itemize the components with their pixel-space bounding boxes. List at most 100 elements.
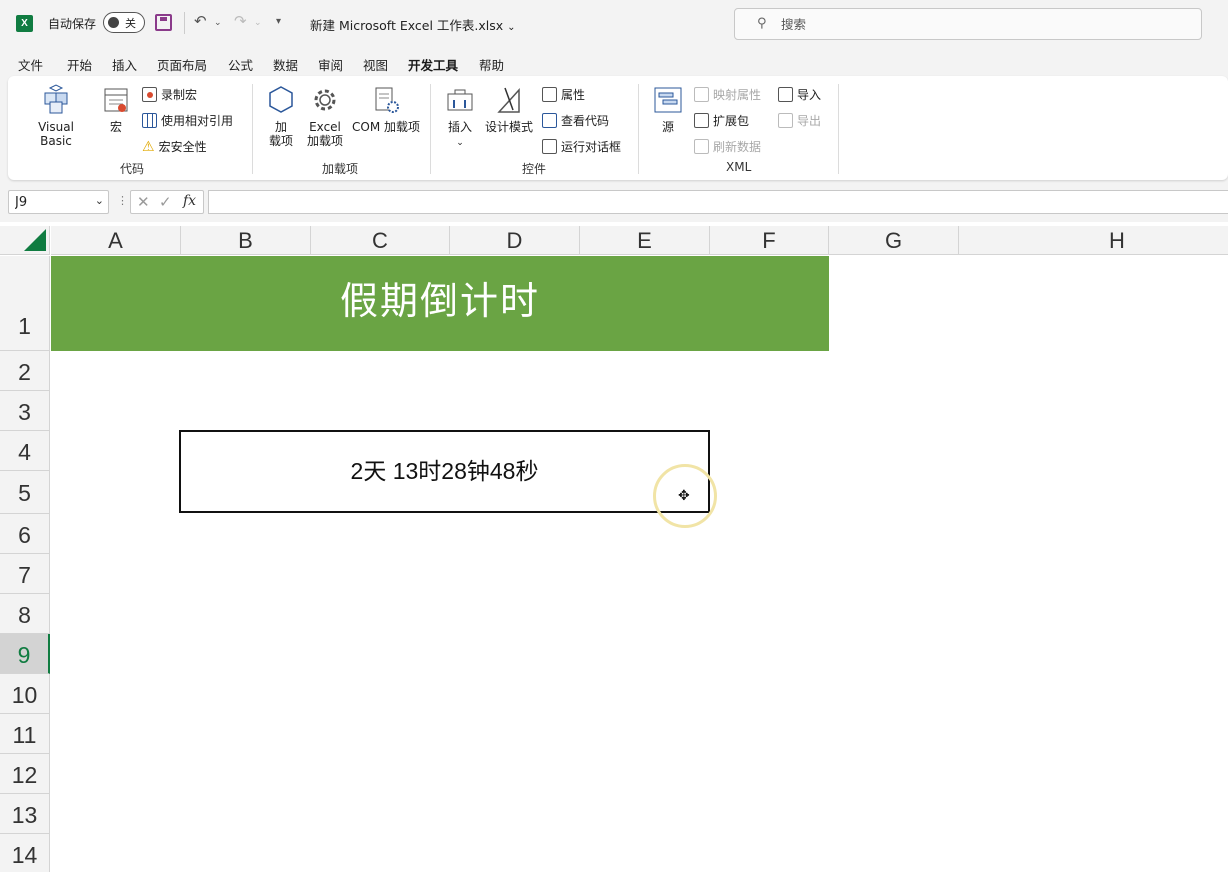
document-title[interactable]: 新建 Microsoft Excel 工作表.xlsx ⌄ — [310, 15, 516, 34]
properties-button[interactable]: 属性 — [542, 86, 585, 103]
row-header-11[interactable]: 11 — [0, 714, 50, 754]
row-header-4[interactable]: 4 — [0, 431, 50, 471]
map-properties-icon — [694, 87, 709, 102]
search-icon: ⚲ — [757, 16, 767, 31]
tab-developer[interactable]: 开发工具 — [408, 55, 459, 80]
column-header-d[interactable]: D — [450, 226, 580, 255]
row-header-10[interactable]: 10 — [0, 674, 50, 714]
dialog-icon — [542, 139, 557, 154]
xml-source-label: 源 — [661, 120, 674, 134]
column-header-c[interactable]: C — [311, 226, 450, 255]
save-icon[interactable] — [155, 14, 172, 31]
countdown-textbox[interactable]: 2天 13时28钟48秒 — [179, 430, 710, 513]
addins-button[interactable]: 加 载项 — [264, 84, 298, 148]
column-header-g[interactable]: G — [829, 226, 959, 255]
macro-security-button[interactable]: ⚠ 宏安全性 — [142, 138, 207, 155]
name-box[interactable]: ⌄ — [8, 190, 109, 214]
column-header-b[interactable]: B — [181, 226, 311, 255]
row-header-5[interactable]: 5 — [0, 471, 50, 514]
column-header-f[interactable]: F — [710, 226, 829, 255]
undo-icon[interactable]: ↶ — [194, 12, 207, 30]
tab-home[interactable]: 开始 — [67, 55, 92, 74]
import-button[interactable]: 导入 — [778, 86, 821, 103]
expansion-packs-button[interactable]: 扩展包 — [694, 112, 749, 129]
relative-refs-button[interactable]: 使用相对引用 — [142, 112, 233, 129]
undo-dropdown-icon[interactable]: ⌄ — [214, 18, 222, 28]
addins-label-1: 加 — [274, 120, 287, 134]
group-separator — [638, 84, 639, 174]
import-label: 导入 — [797, 88, 822, 102]
insert-control-button[interactable]: 插入 ⌄ — [440, 84, 480, 150]
chevron-down-icon: ⌄ — [507, 22, 516, 33]
import-icon — [778, 87, 793, 102]
column-header-h[interactable]: H — [959, 226, 1228, 255]
row-header-13[interactable]: 13 — [0, 794, 50, 834]
confirm-icon[interactable]: ✓ — [159, 193, 172, 211]
search-input[interactable] — [781, 14, 1181, 34]
design-mode-label: 设计模式 — [484, 120, 533, 134]
map-properties-button[interactable]: 映射属性 — [694, 86, 761, 103]
refresh-data-button[interactable]: 刷新数据 — [694, 138, 761, 155]
column-header-e[interactable]: E — [580, 226, 710, 255]
export-icon — [778, 113, 793, 128]
row-header-9[interactable]: 9 — [0, 634, 50, 674]
tab-view[interactable]: 视图 — [363, 55, 388, 74]
group-separator — [252, 84, 253, 174]
com-addins-button[interactable]: COM 加载项 — [348, 84, 424, 134]
menu-bar: 文件 开始 插入 页面布局 公式 数据 审阅 视图 开发工具 帮助 — [0, 48, 1228, 80]
macros-button[interactable]: 宏 — [98, 84, 134, 134]
worksheet-grid[interactable]: A B C D E F G H 1 2 3 4 5 6 7 8 9 10 11 … — [0, 226, 1228, 872]
record-icon — [142, 87, 157, 102]
chevron-down-icon[interactable]: ⌄ — [95, 194, 104, 207]
com-addins-icon — [375, 87, 399, 113]
redo-dropdown-icon[interactable]: ⌄ — [254, 18, 262, 28]
group-label-controls: 控件 — [522, 162, 547, 176]
xml-source-icon — [654, 87, 682, 113]
tab-insert[interactable]: 插入 — [112, 55, 137, 74]
row-header-14[interactable]: 14 — [0, 834, 50, 872]
tab-review[interactable]: 审阅 — [318, 55, 343, 74]
autosave-toggle[interactable]: 关 — [103, 12, 145, 33]
insert-function-icon[interactable]: fx — [183, 193, 196, 209]
macro-security-label: 宏安全性 — [158, 140, 207, 154]
column-header-a[interactable]: A — [51, 226, 181, 255]
redo-icon[interactable]: ↷ — [234, 12, 247, 30]
row-header-8[interactable]: 8 — [0, 594, 50, 634]
row-header-12[interactable]: 12 — [0, 754, 50, 794]
row-header-2[interactable]: 2 — [0, 351, 50, 391]
record-macro-button[interactable]: 录制宏 — [142, 86, 197, 103]
autosave-label: 自动保存 — [48, 17, 97, 31]
row-header-7[interactable]: 7 — [0, 554, 50, 594]
formula-buttons: ✕ ✓ fx — [130, 190, 204, 214]
tab-help[interactable]: 帮助 — [479, 55, 504, 74]
search-box[interactable]: ⚲ — [734, 8, 1202, 40]
select-all-button[interactable] — [0, 226, 50, 255]
cancel-icon[interactable]: ✕ — [137, 193, 150, 211]
run-dialog-button[interactable]: 运行对话框 — [542, 138, 621, 155]
macro-list-icon — [104, 88, 128, 112]
excel-addins-button[interactable]: Excel 加载项 — [304, 84, 346, 148]
formula-input[interactable] — [208, 190, 1228, 214]
visual-basic-button[interactable]: Visual Basic — [22, 84, 90, 148]
more-options-icon[interactable]: ⋮ — [117, 194, 128, 207]
tab-file[interactable]: 文件 — [18, 55, 43, 74]
group-label-code: 代码 — [120, 162, 145, 176]
title-bar: X 自动保存 关 ↶ ⌄ ↷ ⌄ ▾ 新建 Microsoft Excel 工作… — [0, 0, 1228, 48]
excel-addins-label-2: 加载项 — [306, 134, 343, 148]
group-label-xml: XML — [726, 160, 752, 174]
gear-icon — [314, 89, 336, 111]
customize-toolbar-icon[interactable]: ▾ — [276, 16, 281, 27]
name-box-input[interactable] — [15, 194, 91, 210]
design-mode-button[interactable]: 设计模式 — [482, 84, 536, 134]
view-code-button[interactable]: 查看代码 — [542, 112, 609, 129]
xml-source-button[interactable]: 源 — [650, 84, 686, 134]
tab-page-layout[interactable]: 页面布局 — [157, 55, 207, 74]
tab-data[interactable]: 数据 — [273, 55, 298, 74]
tab-formulas[interactable]: 公式 — [228, 55, 253, 74]
row-header-3[interactable]: 3 — [0, 391, 50, 431]
row-header-1[interactable]: 1 — [0, 256, 50, 351]
countdown-banner[interactable]: 假期倒计时 — [51, 256, 829, 351]
formula-bar: ⌄ ⋮ ✕ ✓ fx — [0, 186, 1228, 222]
export-button[interactable]: 导出 — [778, 112, 821, 129]
row-header-6[interactable]: 6 — [0, 514, 50, 554]
